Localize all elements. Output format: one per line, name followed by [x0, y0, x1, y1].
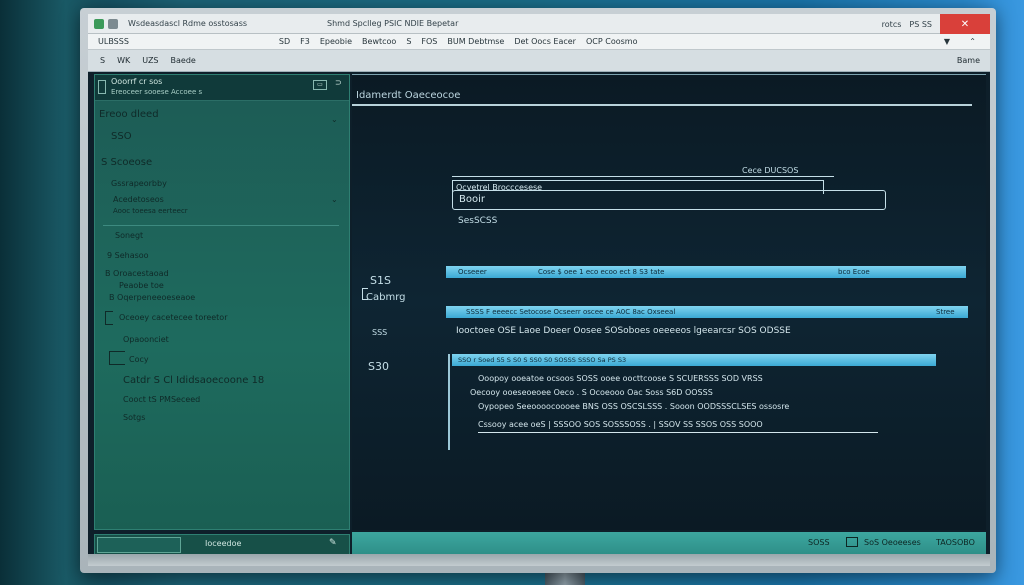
table-row[interactable]: Iooctoee OSE Laoe Doeer Oosee SOSoboes o…	[456, 326, 791, 336]
sidebar-item[interactable]: B Oroacestaoad	[105, 269, 169, 278]
toolbar-item[interactable]: UZS	[142, 56, 158, 65]
bar-label: SSO r Soed S5 S S0 S SS0 S0 SOSSS SSSO S…	[458, 356, 627, 364]
screen: Wsdeasdascl Rdme osstosass Shmd Spclleg …	[88, 14, 990, 554]
sidebar-item[interactable]: Sonegt	[115, 231, 143, 240]
window-controls: rotcs PS SS ✕	[882, 14, 990, 34]
chevron-up-icon[interactable]: ⌃	[969, 37, 976, 46]
sidebar-header: Ooorrf cr sos Ereoceer sooese Accoee s ▭…	[95, 75, 349, 101]
table-header-bar[interactable]: SSO r Soed S5 S S0 S SS0 S0 SOSSS SSSO S…	[452, 354, 936, 366]
toolbar-item[interactable]: Baede	[171, 56, 196, 65]
sidebar-header-button[interactable]: ▭	[313, 80, 327, 90]
table-header-bar[interactable]: Ocseeer Cose $ oee 1 eco ecoo ect 8 S3 t…	[446, 266, 966, 278]
bar-label: Stree	[936, 308, 955, 316]
menubar: ULBSSS SD F3 Epeobie Bewtcoo S FOS BUM D…	[88, 34, 990, 50]
menu-item[interactable]: SD	[279, 37, 290, 46]
sidebar-handle-icon[interactable]	[98, 80, 106, 94]
sidebar-item[interactable]: Peaobe toe	[119, 281, 164, 290]
bar-label: Ocseeer	[458, 268, 487, 276]
sidebar-item[interactable]: Catdr S Cl Ididsaoecoone 18	[123, 375, 264, 386]
sidebar-collapse-icon[interactable]: ⊃	[335, 78, 342, 87]
sidebar: Ooorrf cr sos Ereoceer sooese Accoee s ▭…	[94, 74, 350, 530]
window-title: Wsdeasdascl Rdme osstosass	[128, 19, 248, 28]
bar-label: bco Ecoe	[838, 268, 870, 276]
toolbar: S WK UZS Baede Bame	[88, 50, 990, 72]
value-input[interactable]: Booir	[452, 190, 886, 210]
options-link[interactable]: Cece DUCSOS	[742, 166, 798, 175]
titlebar-right-label: rotcs	[881, 19, 902, 29]
close-button[interactable]: ✕	[940, 14, 990, 34]
table-row[interactable]: Oypopeo Seeoooocoooee BNS OSS OSCSLSSS .…	[478, 402, 789, 411]
section-label: S30	[368, 360, 389, 373]
tree-bracket	[105, 311, 113, 325]
field-hint: SesSCSS	[458, 216, 498, 226]
window-title-mid: Shmd Spclleg PSIC NDIE Bepetar	[327, 19, 459, 28]
table-row[interactable]: Oecooy ooeseoeoee Oeco . S Ocoeooo Oac S…	[470, 388, 713, 397]
page-title: Idamerdt Oaeceocoe	[356, 90, 461, 101]
title-divider	[352, 104, 972, 106]
sidebar-footer: Ioceedoe ✎	[94, 534, 350, 554]
sidebar-item[interactable]: Cocy	[129, 355, 149, 364]
section-label: Cabmrg	[366, 292, 406, 303]
chevron-down-icon[interactable]: ⌄	[331, 115, 338, 124]
table-header-bar[interactable]: SSSS F eeeecc Setocose Ocseerr oscee ce …	[446, 306, 968, 318]
titlebar-right-label-2: PS SS	[909, 19, 932, 29]
edit-icon[interactable]: ✎	[329, 538, 337, 548]
menu-item[interactable]: FOS	[421, 37, 437, 46]
menu-item[interactable]: S	[406, 37, 411, 46]
status-item: SoS Oeoeeses	[864, 538, 921, 547]
sidebar-item[interactable]: 9 Sehasoo	[107, 251, 149, 260]
menu-item[interactable]: Bewtcoo	[362, 37, 396, 46]
sidebar-divider	[103, 225, 339, 226]
sidebar-header-title: Ooorrf cr sos	[111, 77, 163, 86]
menu-item[interactable]: F3	[300, 37, 310, 46]
toolbar-right-label[interactable]: Bame	[957, 56, 980, 65]
sidebar-item[interactable]: Sotgs	[123, 413, 145, 422]
menubar-left-label[interactable]: ULBSSS	[98, 37, 129, 46]
bar-label: Cose $ oee 1 eco ecoo ect 8 S3 tate	[538, 268, 665, 276]
sidebar-item[interactable]: SSO	[111, 131, 132, 142]
menu-item[interactable]: Epeobie	[320, 37, 352, 46]
main-top-divider	[352, 74, 986, 75]
sidebar-item[interactable]: Acedetoseos	[113, 195, 164, 204]
tree-bracket	[109, 351, 125, 365]
sidebar-item[interactable]: Aooc toeesa eerteecr	[113, 207, 188, 215]
row-group-border	[448, 354, 450, 450]
status-bar: SOSS SoS Oeoeeses TAOSOBO	[352, 532, 986, 554]
toolbar-item[interactable]: WK	[117, 56, 130, 65]
monitor-bezel-bottom	[88, 554, 990, 566]
section-label: SSS	[372, 328, 388, 337]
section-label: S1S	[370, 274, 391, 287]
toolbar-item[interactable]: S	[100, 56, 105, 65]
options-divider	[452, 176, 834, 177]
chevron-down-icon[interactable]: ▼	[944, 37, 950, 46]
sidebar-item[interactable]: Opaoonciet	[123, 335, 169, 344]
table-row[interactable]: Cssooy acee oeS | SSSOO SOS SOSSSOSS . |…	[478, 420, 763, 429]
sidebar-item[interactable]: S Scoeose	[101, 157, 152, 168]
chevron-down-icon[interactable]: ⌄	[331, 195, 338, 204]
window-titlebar: Wsdeasdascl Rdme osstosass Shmd Spclleg …	[88, 14, 990, 34]
sidebar-item[interactable]: B Oqerpeneeoeseaoe	[109, 293, 195, 302]
menu-item[interactable]: BUM Debtmse	[447, 37, 504, 46]
menu-item[interactable]: OCP Coosmo	[586, 37, 637, 46]
sidebar-header-subtitle: Ereoceer sooese Accoee s	[111, 88, 203, 96]
sidebar-item[interactable]: Oceoey cacetecee toreetor	[119, 313, 227, 322]
row-underline	[478, 432, 878, 433]
sidebar-item[interactable]: Cooct tS PMSeceed	[123, 395, 200, 404]
table-row[interactable]: Ooopoy ooeatoe ocsoos SOSS ooee oocttcoo…	[478, 374, 763, 383]
bar-label: SSSS F eeeecc Setocose Ocseerr oscee ce …	[466, 308, 676, 316]
status-item: TAOSOBO	[936, 538, 975, 547]
menu-item[interactable]: Det Oocs Eacer	[514, 37, 576, 46]
sidebar-footer-label[interactable]: Ioceedoe	[205, 539, 241, 548]
sidebar-item[interactable]: Ereoo dleed	[99, 109, 159, 120]
main-panel: Idamerdt Oaeceocoe Cece DUCSOS Ocvetrel …	[352, 74, 986, 530]
sidebar-footer-segment[interactable]	[97, 537, 181, 553]
status-item: SOSS	[808, 538, 830, 547]
app-icon	[94, 18, 104, 29]
sidebar-item[interactable]: Gssrapeorbby	[111, 179, 167, 188]
window-menu-icon[interactable]	[108, 18, 118, 29]
status-checkbox[interactable]	[846, 537, 858, 547]
